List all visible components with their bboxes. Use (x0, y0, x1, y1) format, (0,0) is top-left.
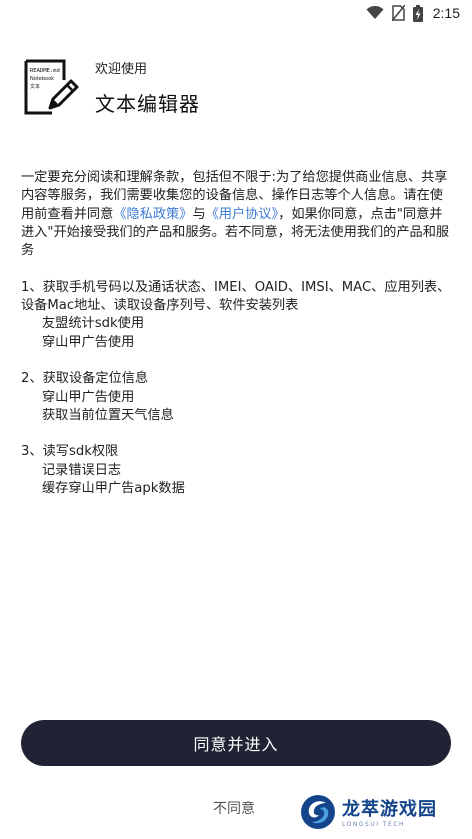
intro-and-text: 与 (192, 206, 206, 222)
section-item: 获取当前位置天气信息 (42, 407, 174, 423)
notepad-pencil-icon: README.md Notebook 文本 (22, 56, 82, 118)
agree-and-enter-button[interactable]: 同意并进入 (21, 720, 451, 766)
privacy-policy-link[interactable]: 《隐私政策》 (113, 207, 192, 222)
logo-text-2: Notebook (30, 76, 54, 82)
status-bar: 2:15 (0, 0, 472, 26)
user-agreement-link[interactable]: 《用户协议》 (206, 207, 279, 222)
agreement-content: 一定要充分阅读和理解条款，包括但不限于:为了给您提供商业信息、共享内容等服务，我… (21, 169, 451, 498)
app-name: 文本编辑器 (95, 92, 200, 116)
section-title: 2、获取设备定位信息 (21, 371, 149, 387)
watermark: 龙萃游戏园 LONGSUI TECH (300, 792, 460, 836)
wifi-icon (366, 6, 384, 20)
permission-section-2: 2、获取设备定位信息 穿山甲广告使用 获取当前位置天气信息 (21, 370, 451, 425)
no-sim-icon (391, 5, 405, 21)
section-title: 1、获取手机号码以及通话状态、IMEI、OAID、IMSI、MAC、应用列表、设… (21, 279, 451, 314)
disagree-button[interactable]: 不同意 (213, 798, 255, 818)
section-title: 3、读写sdk权限 (21, 444, 119, 460)
section-item: 穿山甲广告使用 (42, 389, 135, 405)
watermark-subtitle: LONGSUI TECH (342, 821, 406, 828)
watermark-title: 龙萃游戏园 (342, 799, 437, 820)
status-time: 2:15 (432, 5, 460, 21)
agreement-intro: 一定要充分阅读和理解条款，包括但不限于:为了给您提供商业信息、共享内容等服务，我… (21, 169, 451, 260)
permission-section-3: 3、读写sdk权限 记录错误日志 缓存穿山甲广告apk数据 (21, 443, 451, 498)
section-item: 友盟统计sdk使用 (42, 316, 145, 332)
watermark-logo-icon (300, 794, 336, 834)
permission-section-1: 1、获取手机号码以及通话状态、IMEI、OAID、IMSI、MAC、应用列表、设… (21, 279, 451, 352)
logo-text-1: README.md (30, 68, 60, 74)
section-item: 缓存穿山甲广告apk数据 (42, 481, 185, 497)
battery-charging-icon (412, 4, 423, 22)
section-item: 记录错误日志 (42, 462, 122, 478)
logo-text-3: 文本 (30, 83, 40, 90)
welcome-text: 欢迎使用 (95, 62, 148, 77)
section-item: 穿山甲广告使用 (42, 334, 135, 350)
